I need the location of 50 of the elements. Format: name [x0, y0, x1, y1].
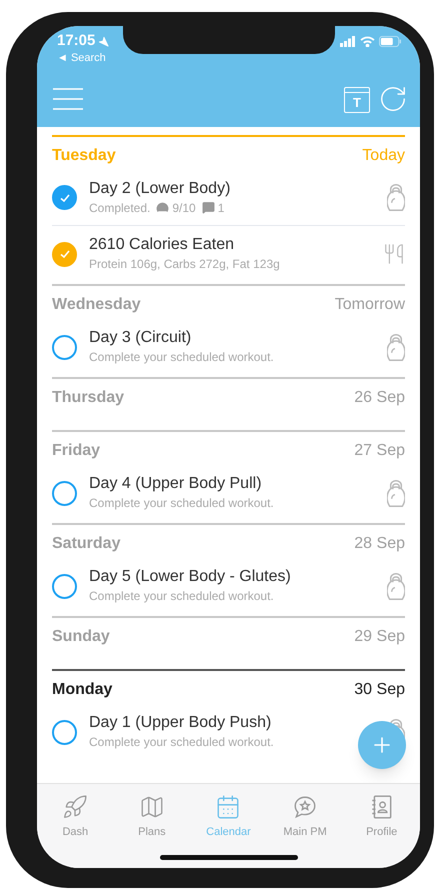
checkmark-icon	[58, 248, 70, 260]
tab-item[interactable]: Main PM	[266, 794, 344, 840]
day-date: 27 Sep	[354, 440, 405, 460]
entry-subtitle: Complete your scheduled workout.	[89, 588, 274, 605]
day-date: 26 Sep	[354, 388, 405, 408]
tab-item[interactable]: Plans	[114, 794, 190, 840]
rating-text: 9/10	[172, 200, 196, 216]
entry-title: 2610 Calories Eaten	[89, 235, 235, 255]
day-name: Sunday	[52, 626, 110, 646]
wifi-icon	[360, 36, 375, 47]
entry-subtitle: Completed.	[89, 200, 150, 216]
day-date: 28 Sep	[354, 534, 405, 554]
signal-icon	[340, 36, 356, 47]
day-name: Saturday	[52, 534, 120, 554]
entry-title: Day 1 (Upper Body Push)	[89, 713, 272, 733]
today-calendar-button[interactable]: T	[344, 86, 370, 112]
entry-subtitle: Complete your scheduled workout.	[89, 734, 274, 751]
back-link[interactable]: ◄ Search	[57, 50, 110, 66]
entry-subtitle: Complete your scheduled workout.	[89, 495, 274, 512]
add-button[interactable]	[358, 721, 406, 769]
rocket-icon	[62, 794, 88, 820]
entry-title: Day 5 (Lower Body - Glutes)	[89, 567, 292, 587]
day-name: Monday	[52, 680, 112, 700]
comment-icon	[202, 201, 215, 214]
entry-title: Day 4 (Upper Body Pull)	[89, 474, 263, 494]
day-date: 29 Sep	[354, 626, 405, 646]
tab-item[interactable]: Profile	[343, 794, 420, 840]
day-name: Tuesday	[52, 146, 116, 166]
entry-subtitle: Complete your scheduled workout.	[89, 349, 274, 366]
day-name: Thursday	[52, 388, 124, 408]
fork-knife-icon	[383, 242, 405, 266]
battery-icon	[379, 36, 402, 47]
day-name: Friday	[52, 440, 100, 460]
comment-count: 1	[218, 200, 224, 216]
day-date: Today	[362, 146, 405, 166]
map-icon	[138, 794, 165, 820]
entry-title: Day 2 (Lower Body)	[89, 178, 232, 198]
checkmark-icon	[58, 192, 70, 204]
tab-item[interactable]: Dash	[37, 794, 114, 840]
entry-title: Day 3 (Circuit)	[89, 328, 192, 348]
day-date: 30 Sep	[354, 680, 405, 700]
entry-subtitle: Protein 106g, Carbs 272g, Fat 123g	[89, 256, 280, 273]
tab-item[interactable]: Calendar	[190, 794, 267, 840]
location-arrow-icon	[98, 36, 110, 46]
day-name: Wednesday	[52, 294, 141, 314]
calendar-icon	[215, 794, 242, 820]
clock-time: 17:05	[57, 32, 96, 50]
chat-star-icon	[292, 794, 318, 820]
day-date: Tomorrow	[334, 294, 405, 314]
menu-icon[interactable]	[53, 88, 83, 110]
